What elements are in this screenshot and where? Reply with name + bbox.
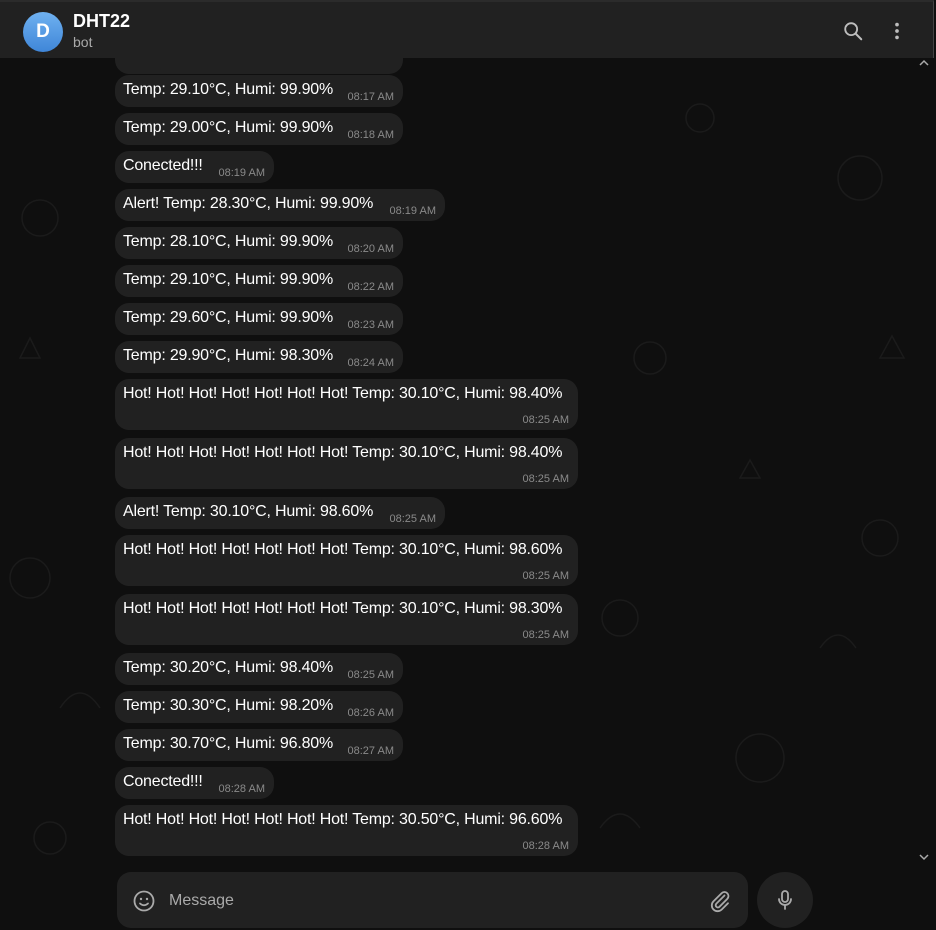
message-text: Temp: 29.90°C, Humi: 98.30% [123, 347, 333, 364]
message-bubble[interactable]: Hot! Hot! Hot! Hot! Hot! Hot! Hot! Temp:… [115, 805, 578, 856]
message-bubble[interactable]: Hot! Hot! Hot! Hot! Hot! Hot! Hot! Temp:… [115, 379, 578, 430]
message-text: Alert! Temp: 28.30°C, Humi: 99.90% [123, 195, 374, 212]
message-time: 08:28 AM [218, 783, 265, 795]
message-time: 08:25 AM [522, 570, 569, 582]
message-time: 08:20 AM [347, 243, 394, 255]
message-text: Hot! Hot! Hot! Hot! Hot! Hot! Hot! Temp:… [123, 385, 563, 402]
message-text: Hot! Hot! Hot! Hot! Hot! Hot! Hot! Temp:… [123, 600, 563, 617]
message-bubble[interactable]: Hot! Hot! Hot! Hot! Hot! Hot! Hot! Temp:… [115, 438, 578, 489]
message-bubble[interactable]: Alert! Temp: 30.10°C, Humi: 98.60% 08:25… [115, 497, 445, 529]
message-bubble[interactable]: Hot! Hot! Hot! Hot! Hot! Hot! Hot! Temp:… [115, 535, 578, 586]
message-text: Alert! Temp: 30.10°C, Humi: 98.60% [123, 503, 374, 520]
scroll-up-arrow[interactable] [918, 58, 930, 68]
chat-header: D DHT22 bot [0, 0, 934, 58]
message-time: 08:25 AM [522, 414, 569, 426]
message-time: 08:26 AM [347, 707, 394, 719]
message-input[interactable] [167, 872, 691, 930]
message-text: Temp: 29.10°C, Humi: 99.90% [123, 271, 333, 288]
message-text: Hot! Hot! Hot! Hot! Hot! Hot! Hot! Temp:… [123, 811, 563, 828]
message-time: 08:17 AM [347, 91, 394, 103]
message-text: Temp: 28.10°C, Humi: 99.90% [123, 233, 333, 250]
message-time: 08:25 AM [389, 513, 436, 525]
message-text: Temp: 29.00°C, Humi: 99.90% [123, 119, 333, 136]
message-composer [117, 872, 748, 930]
message-bubble[interactable]: Temp: 30.20°C, Humi: 98.40% 08:25 AM [115, 653, 403, 685]
message-text: Temp: 29.10°C, Humi: 99.90% [123, 81, 333, 98]
message-time: 08:27 AM [347, 745, 394, 757]
chat-title[interactable]: DHT22 [73, 11, 130, 32]
avatar[interactable]: D [23, 12, 63, 52]
message-bubble[interactable]: Temp: 30.70°C, Humi: 96.80% 08:27 AM [115, 729, 403, 761]
message-time: 08:24 AM [347, 357, 394, 369]
message-time: 08:25 AM [522, 629, 569, 641]
message-text: Hot! Hot! Hot! Hot! Hot! Hot! Hot! Temp:… [123, 444, 563, 461]
message-bubble[interactable]: Temp: 29.10°C, Humi: 99.90% 08:22 AM [115, 265, 403, 297]
message-bubble[interactable]: Temp: 29.60°C, Humi: 99.90% 08:23 AM [115, 303, 403, 335]
more-vertical-icon[interactable] [886, 20, 908, 42]
message-time: 08:28 AM [522, 840, 569, 852]
message-list[interactable]: Temp: 29.10°C, Humi: 99.90% 08:17 AM Tem… [0, 58, 934, 930]
message-time: 08:18 AM [347, 129, 394, 141]
message-time: 08:19 AM [218, 167, 265, 179]
message-text: Conected!!! [123, 773, 203, 790]
message-bubble[interactable]: Temp: 29.10°C, Humi: 99.90% 08:17 AM [115, 75, 403, 107]
emoji-icon[interactable] [132, 889, 156, 913]
message-bubble-partial [115, 58, 403, 74]
message-text: Hot! Hot! Hot! Hot! Hot! Hot! Hot! Temp:… [123, 541, 563, 558]
message-text: Conected!!! [123, 157, 203, 174]
message-text: Temp: 30.70°C, Humi: 96.80% [123, 735, 333, 752]
message-time: 08:25 AM [347, 669, 394, 681]
message-time: 08:25 AM [522, 473, 569, 485]
message-bubble[interactable]: Hot! Hot! Hot! Hot! Hot! Hot! Hot! Temp:… [115, 594, 578, 645]
message-bubble[interactable]: Conected!!! 08:19 AM [115, 151, 274, 183]
message-bubble[interactable]: Temp: 29.90°C, Humi: 98.30% 08:24 AM [115, 341, 403, 373]
message-time: 08:19 AM [389, 205, 436, 217]
message-time: 08:23 AM [347, 319, 394, 331]
microphone-button[interactable] [757, 872, 813, 928]
message-bubble[interactable]: Temp: 29.00°C, Humi: 99.90% 08:18 AM [115, 113, 403, 145]
message-bubble[interactable]: Temp: 30.30°C, Humi: 98.20% 08:26 AM [115, 691, 403, 723]
scroll-down-arrow[interactable] [918, 852, 930, 862]
message-bubble[interactable]: Conected!!! 08:28 AM [115, 767, 274, 799]
search-icon[interactable] [842, 20, 864, 42]
chat-subtitle: bot [73, 34, 93, 50]
message-text: Temp: 29.60°C, Humi: 99.90% [123, 309, 333, 326]
message-bubble[interactable]: Alert! Temp: 28.30°C, Humi: 99.90% 08:19… [115, 189, 445, 221]
message-bubble[interactable]: Temp: 28.10°C, Humi: 99.90% 08:20 AM [115, 227, 403, 259]
microphone-icon [778, 890, 792, 910]
message-time: 08:22 AM [347, 281, 394, 293]
message-text: Temp: 30.20°C, Humi: 98.40% [123, 659, 333, 676]
paperclip-icon[interactable] [708, 889, 732, 913]
message-text: Temp: 30.30°C, Humi: 98.20% [123, 697, 333, 714]
